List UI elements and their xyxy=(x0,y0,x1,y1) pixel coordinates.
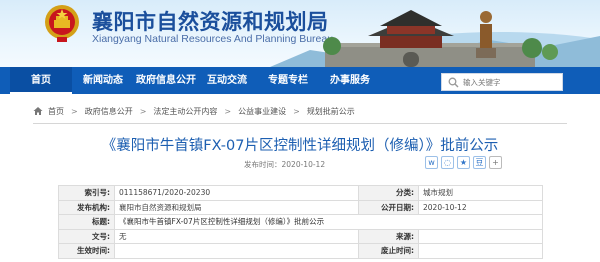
publish-date-label: 公开日期: xyxy=(358,199,419,215)
article-title: 《襄阳市牛首镇FX-07片区控制性详细规划（修编）》批前公示 xyxy=(101,138,499,154)
site-header: 襄阳市自然资源和规划局 Xiangyang Natural Resources … xyxy=(0,0,600,67)
nav-item-news[interactable]: 新闻动态 xyxy=(83,67,123,94)
breadcrumb-separator: > xyxy=(224,106,232,116)
national-emblem-icon xyxy=(45,5,79,42)
wechat-icon[interactable]: ◌ xyxy=(441,156,454,169)
breadcrumb-item-gov-info[interactable]: 政府信息公开 xyxy=(85,106,133,117)
douban-icon[interactable]: 豆 xyxy=(473,156,486,169)
breadcrumb-item-home[interactable]: 首页 xyxy=(48,106,64,117)
table-row: 文号: 无 来源: xyxy=(58,228,543,244)
search-box xyxy=(441,73,563,91)
breadcrumb-item-public-welfare[interactable]: 公益事业建设 xyxy=(238,106,286,117)
breadcrumb-item-planning-notice[interactable]: 规划批前公示 xyxy=(307,106,355,117)
doc-number-value: 无 xyxy=(114,228,359,244)
publisher-value: 襄阳市自然资源和规划局 xyxy=(114,199,359,215)
effective-date-value xyxy=(114,243,359,259)
breadcrumb-separator: > xyxy=(71,106,78,116)
publish-date: 发布时间：2020-10-12 xyxy=(244,160,326,169)
title-label: 标题: xyxy=(58,214,115,230)
breadcrumb-separator: > xyxy=(293,106,300,116)
source-label: 来源: xyxy=(358,228,419,244)
table-row: 索引号: 011158671/2020-20230 分类: 城市规划 xyxy=(58,185,543,201)
breadcrumb-separator: > xyxy=(139,106,147,116)
index-value: 011158671/2020-20230 xyxy=(114,185,359,201)
breadcrumb-divider xyxy=(33,123,567,124)
city-gate-banner-image xyxy=(270,10,600,67)
publisher-label: 发布机构: xyxy=(58,199,115,215)
nav-item-services[interactable]: 办事服务 xyxy=(330,67,370,94)
share-plus-icon[interactable]: + xyxy=(489,156,502,169)
publish-date-value: 2020-10-12 xyxy=(418,199,543,215)
breadcrumb-item-statutory[interactable]: 法定主动公开内容 xyxy=(153,106,217,117)
index-label: 索引号: xyxy=(58,185,115,201)
title-value: 《襄阳市牛首镇FX-07片区控制性详细规划（修编）》批前公示 xyxy=(114,214,543,230)
breadcrumb: 首页 > 政府信息公开 > 法定主动公开内容 > 公益事业建设 > 规划批前公示 xyxy=(33,104,355,118)
nav-item-special-topics[interactable]: 专题专栏 xyxy=(268,67,308,94)
effective-date-label: 生效时间: xyxy=(58,243,115,259)
doc-number-label: 文号: xyxy=(58,228,115,244)
category-value: 城市规划 xyxy=(418,185,543,201)
expiry-date-value xyxy=(418,243,543,259)
nav-item-interaction[interactable]: 互动交流 xyxy=(207,67,247,94)
weibo-icon[interactable]: w xyxy=(425,156,438,169)
qzone-icon[interactable]: ★ xyxy=(457,156,470,169)
search-input[interactable] xyxy=(442,74,542,90)
source-value xyxy=(418,228,543,244)
table-row: 生效时间: 废止时间: xyxy=(58,243,543,259)
share-bar: w ◌ ★ 豆 + xyxy=(425,156,502,169)
nav-item-gov-info[interactable]: 政府信息公开 xyxy=(136,67,196,94)
table-row: 发布机构: 襄阳市自然资源和规划局 公开日期: 2020-10-12 xyxy=(58,199,543,215)
category-label: 分类: xyxy=(358,185,419,201)
table-row: 标题: 《襄阳市牛首镇FX-07片区控制性详细规划（修编）》批前公示 xyxy=(58,214,543,230)
document-meta-table: 索引号: 011158671/2020-20230 分类: 城市规划 发布机构:… xyxy=(58,185,543,259)
home-icon xyxy=(33,107,43,115)
expiry-date-label: 废止时间: xyxy=(358,243,419,259)
nav-item-home[interactable]: 首页 xyxy=(10,67,72,94)
